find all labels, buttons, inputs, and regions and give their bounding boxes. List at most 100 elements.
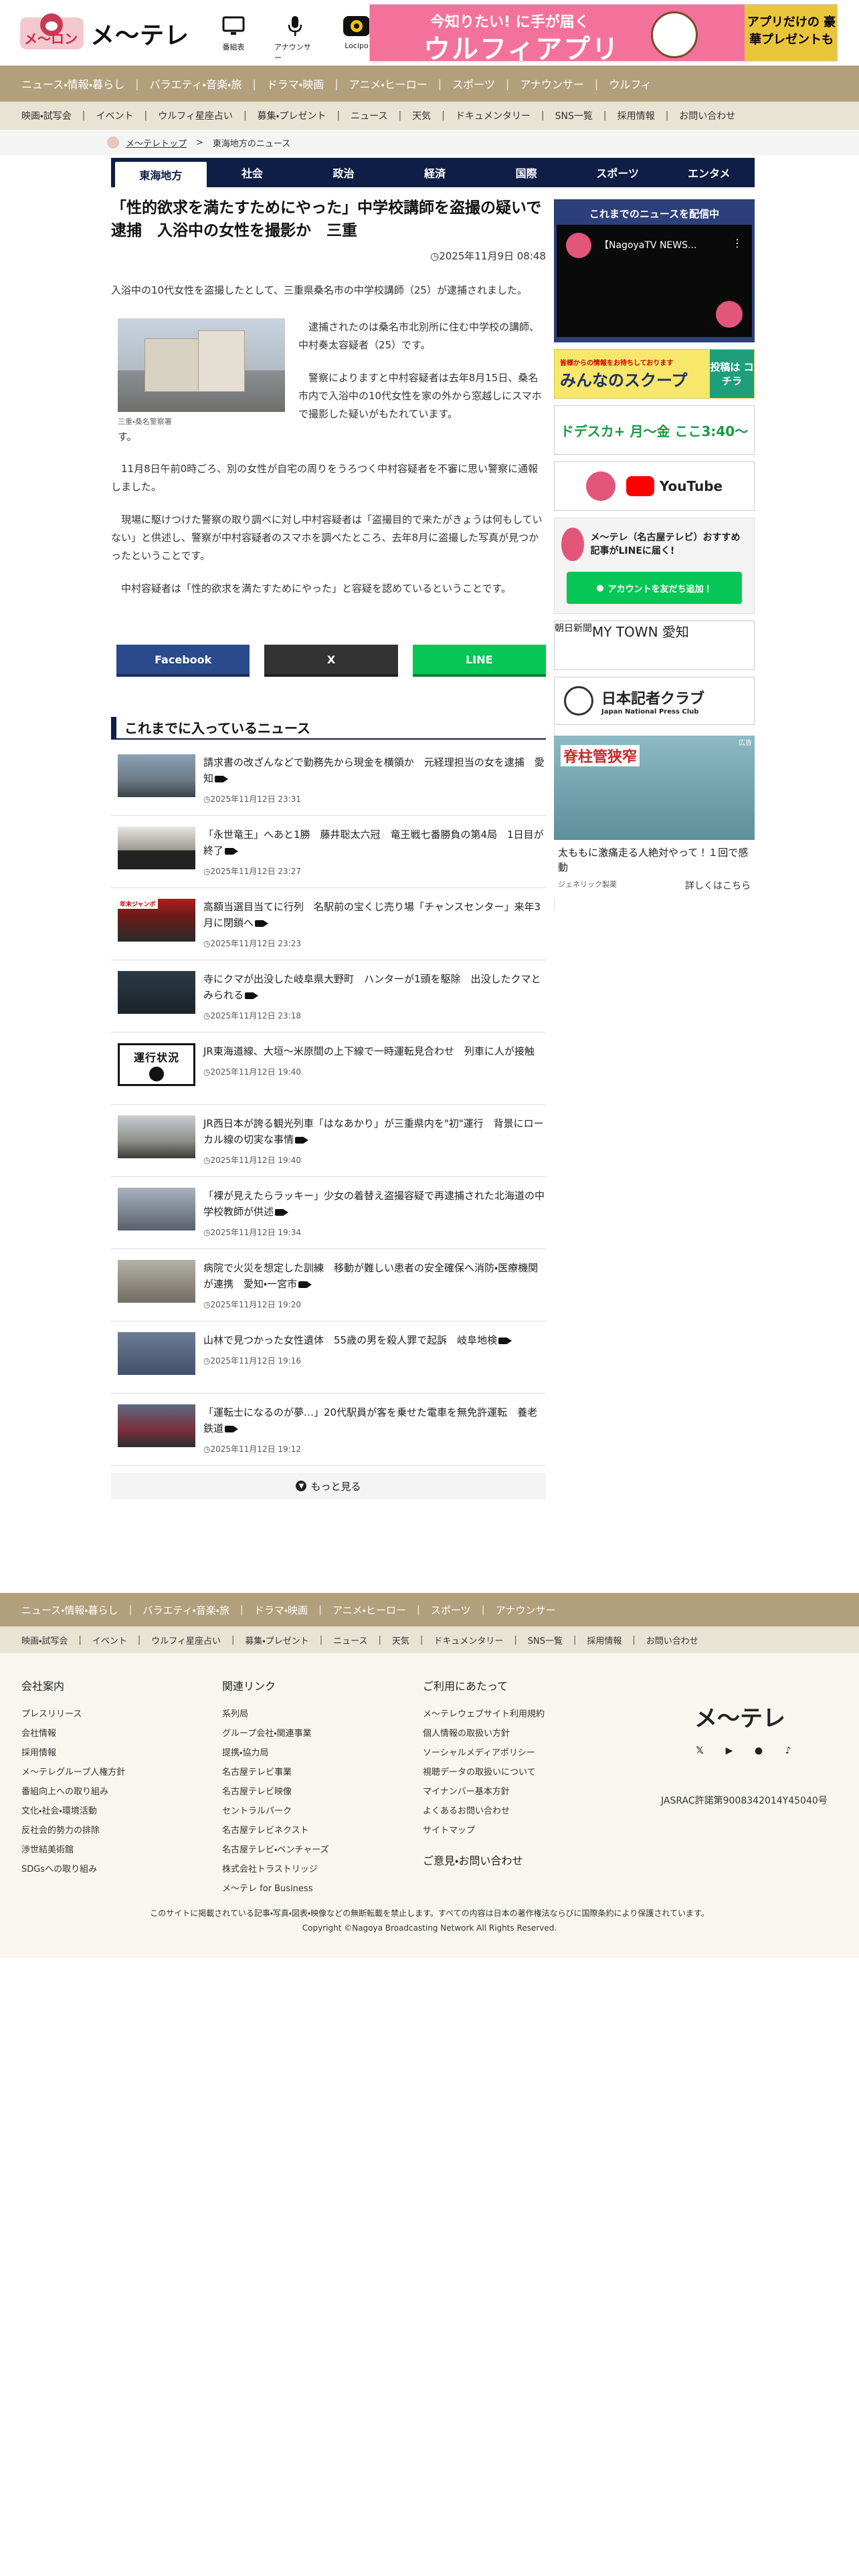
subnav-item[interactable]: 映画・試写会 (21, 109, 72, 122)
subnav-item[interactable]: お問い合わせ (679, 109, 735, 122)
mytown-link[interactable]: MY TOWN 愛知 (592, 621, 689, 669)
footer-nav-item[interactable]: ニュース・情報・暮らし (21, 1603, 118, 1617)
footer-link[interactable]: 個人情報の取扱い方針 (423, 1729, 510, 1739)
site-logo[interactable]: メ〜ロン メ〜テレ (20, 13, 189, 51)
announcer-link[interactable]: アナウンサー (274, 15, 316, 63)
news-item[interactable]: 運行状況 JR東海道線、大垣〜米原間の上下線で一時運転見合わせ 列車に人が接触 … (111, 1033, 546, 1105)
subnav-item[interactable]: 天気 (412, 109, 431, 122)
tab-politics[interactable]: 政治 (298, 158, 389, 187)
footer-link[interactable]: 渉世結美術館 (21, 1845, 74, 1855)
footer-link[interactable]: セントラルパーク (222, 1806, 292, 1816)
news-item[interactable]: 山林で見つかった女性遺体 55歳の男を殺人罪で起訴 岐阜地検 ◷2025年11月… (111, 1321, 546, 1394)
news-item[interactable]: JR西日本が誇る観光列車「はなあかり」が三重県内を"初"運行 背景にローカル線の… (111, 1105, 546, 1177)
footer-subnav-item[interactable]: イベント (92, 1634, 127, 1646)
footer-subnav-item[interactable]: 募集・プレゼント (245, 1634, 308, 1646)
sponsored-ad[interactable]: 脊柱管狭窄 広告 太ももに激痛走る人絶対やって！１回で感動 ジェネリック製薬 詳し… (554, 724, 755, 910)
more-news-button[interactable]: ▼ もっと見る (111, 1473, 546, 1499)
footer-subnav-item[interactable]: ウルフィ星座占い (151, 1634, 221, 1646)
share-line-button[interactable]: LINE (412, 645, 546, 677)
youtube-banner[interactable]: YouTube (554, 461, 755, 511)
footer-link[interactable]: SDGsへの取り組み (21, 1864, 97, 1874)
tv-guide-link[interactable]: 番組表 (213, 15, 254, 63)
nav-item[interactable]: ウルフィ (609, 76, 652, 92)
share-facebook-button[interactable]: Facebook (116, 645, 250, 677)
footer-link[interactable]: 視聴データの取扱いについて (423, 1767, 536, 1778)
footer-logo[interactable]: メ〜テレ (694, 1700, 785, 1733)
footer-link[interactable]: 会社情報 (21, 1729, 56, 1739)
footer-link[interactable]: 番組向上への取り組み (21, 1787, 108, 1797)
nav-item[interactable]: アナウンサー (520, 76, 584, 92)
footer-link[interactable]: メ〜テレグループ人権方針 (21, 1767, 125, 1778)
footer-link[interactable]: 採用情報 (21, 1748, 56, 1758)
nav-item[interactable]: ドラマ・映画 (267, 76, 324, 92)
footer-link[interactable]: メ〜テレウェブサイト利用規約 (423, 1709, 545, 1719)
footer-nav-item[interactable]: バラエティ・音楽・旅 (143, 1603, 229, 1617)
subnav-item[interactable]: ドキュメンタリー (456, 109, 531, 122)
footer-link[interactable]: 反社会的勢力の排除 (21, 1826, 100, 1836)
news-item[interactable]: 病院で火災を想定した訓練 移動が難しい患者の安全確保へ消防・医療機関が連携 愛知… (111, 1249, 546, 1321)
footer-link[interactable]: よくあるお問い合わせ (423, 1806, 510, 1816)
footer-link[interactable]: マイナンバー基本方針 (423, 1787, 510, 1797)
footer-nav-item[interactable]: スポーツ (431, 1603, 471, 1617)
footer-nav-item[interactable]: ドラマ・映画 (254, 1603, 308, 1617)
nav-item[interactable]: アニメ・ヒーロー (349, 76, 427, 92)
footer-link[interactable]: 系列局 (222, 1709, 248, 1719)
news-item[interactable]: 「永世竜王」へあと1勝 藤井聡太六冠 竜王戦七番勝負の第4局 1日目が終了 ◷2… (111, 816, 546, 888)
tab-society[interactable]: 社会 (207, 158, 298, 187)
footer-subnav-item[interactable]: ドキュメンタリー (434, 1634, 503, 1646)
footer-subnav-item[interactable]: ニュース (333, 1634, 367, 1646)
line-add-friend-button[interactable]: ● アカウントを友だち追加！ (567, 572, 742, 604)
nav-item[interactable]: ニュース・情報・暮らし (21, 76, 124, 92)
youtube-embed[interactable]: 【NagoyaTV NEWS... ⋮ (557, 225, 752, 337)
subnav-item[interactable]: 募集・プレゼント (258, 109, 326, 122)
footer-link[interactable]: グループ会社・関連事業 (222, 1729, 312, 1739)
asahi-link[interactable]: 朝日新聞 (555, 621, 592, 669)
footer-link[interactable]: 文化・社会・環境活動 (21, 1806, 97, 1816)
tab-economy[interactable]: 経済 (389, 158, 481, 187)
footer-link[interactable]: プレスリリース (21, 1709, 82, 1719)
scoop-banner[interactable]: 皆様からの情報をお待ちしております みんなのスクープ 投稿は コチラ (554, 349, 755, 399)
breadcrumb-top-link[interactable]: メ〜テレトップ (126, 136, 187, 149)
subnav-item[interactable]: イベント (96, 109, 133, 122)
footer-link[interactable]: 名古屋テレビ事業 (222, 1767, 292, 1778)
news-item[interactable]: 「裸が見えたらラッキー」少女の着替え盗撮容疑で再逮捕された北海道の中学校教師が供… (111, 1177, 546, 1249)
footer-link[interactable]: 提携・協力局 (222, 1748, 268, 1758)
footer-subnav-item[interactable]: 天気 (392, 1634, 409, 1646)
share-x-button[interactable]: X (264, 645, 398, 677)
tab-international[interactable]: 国際 (480, 158, 572, 187)
footer-nav-item[interactable]: アナウンサー (496, 1603, 556, 1617)
tiktok-icon[interactable]: ♪ (780, 1743, 796, 1759)
footer-link[interactable]: 名古屋テレビネクスト (222, 1826, 309, 1836)
footer-link[interactable]: 名古屋テレビ・ベンチャーズ (222, 1845, 329, 1855)
footer-link[interactable]: 名古屋テレビ映像 (222, 1787, 292, 1797)
footer-nav-item[interactable]: アニメ・ヒーロー (332, 1603, 406, 1617)
x-icon[interactable]: 𝕏 (692, 1743, 708, 1759)
footer-subnav-item[interactable]: SNS一覧 (528, 1634, 563, 1646)
tab-sports[interactable]: スポーツ (572, 158, 664, 187)
subnav-item[interactable]: ニュース (351, 109, 387, 122)
footer-link[interactable]: ソーシャルメディアポリシー (423, 1748, 535, 1758)
tab-tokai[interactable]: 東海地方 (115, 162, 207, 187)
footer-subnav-item[interactable]: 映画・試写会 (21, 1634, 68, 1646)
footer-link[interactable]: サイトマップ (423, 1826, 475, 1836)
press-club-banner[interactable]: 日本記者クラブ Japan National Press Club (554, 677, 755, 725)
contact-link[interactable]: ご意見・お問い合わせ (423, 1854, 522, 1867)
footer-subnav-item[interactable]: 採用情報 (587, 1634, 622, 1646)
news-item[interactable]: 年末ジャンボ 高額当選目当てに行列 名駅前の宝くじ売り場「チャンスセンター」来年… (111, 888, 546, 960)
subnav-item[interactable]: SNS一覧 (555, 109, 593, 122)
subnav-item[interactable]: 採用情報 (617, 109, 655, 122)
youtube-icon[interactable]: ▶ (721, 1743, 737, 1759)
tab-entertainment[interactable]: エンタメ (663, 158, 755, 187)
app-promo-banner[interactable]: 今知りたい! に手が届く ウルフィアプリ アプリだけの 豪華プレゼントも (369, 4, 838, 62)
news-item[interactable]: 請求書の改ざんなどで勤務先から現金を横領か 元経理担当の女を逮捕 愛知 ◷202… (111, 744, 546, 816)
nav-item[interactable]: バラエティ・音楽・旅 (149, 76, 242, 92)
nav-item[interactable]: スポーツ (452, 76, 495, 92)
more-options-icon[interactable]: ⋮ (732, 237, 743, 249)
footer-link[interactable]: メ〜テレ for Business (222, 1884, 312, 1894)
subnav-item[interactable]: ウルフィ星座占い (158, 109, 233, 122)
dodesuka-banner[interactable]: ドデスカ+ 月〜金 ここ3:40〜 (554, 405, 755, 455)
footer-link[interactable]: 株式会社トラストリッジ (222, 1864, 318, 1874)
footer-subnav-item[interactable]: お問い合わせ (646, 1634, 698, 1646)
news-item[interactable]: 寺にクマが出没した岐阜県大野町 ハンターが1頭を駆除 出没したクマとみられる ◷… (111, 960, 546, 1033)
line-icon[interactable]: ● (751, 1743, 767, 1759)
